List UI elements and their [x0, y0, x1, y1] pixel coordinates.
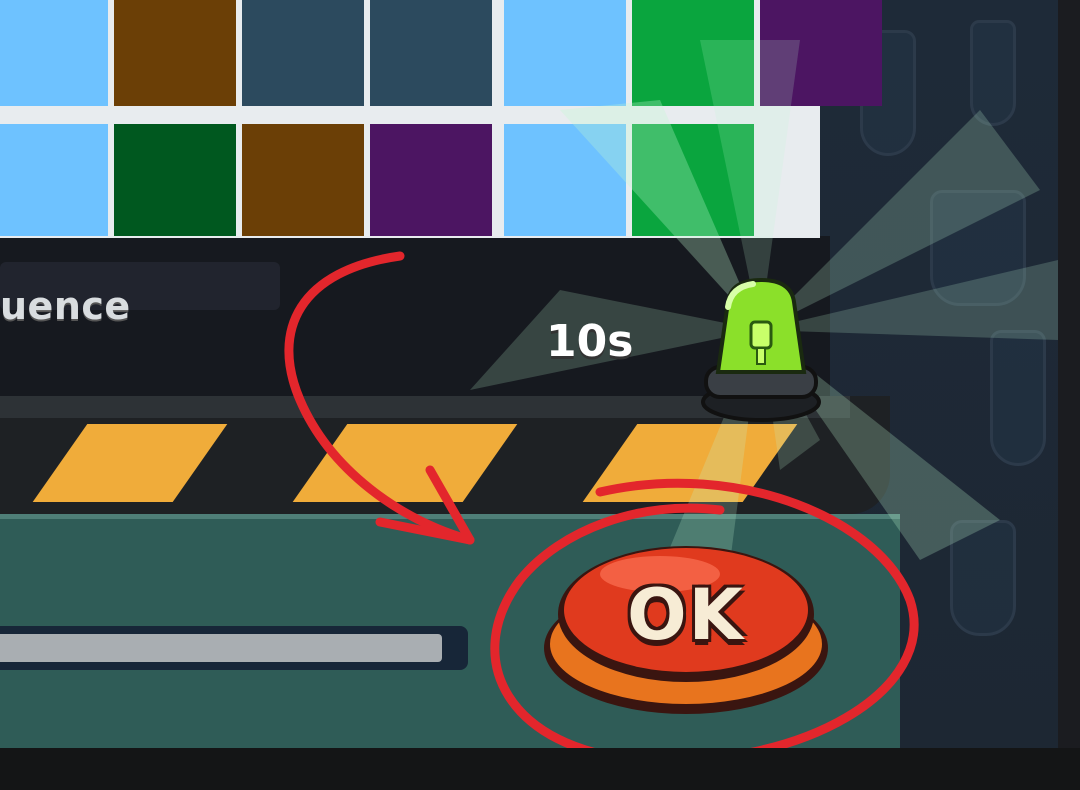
flask-decoration — [950, 520, 1016, 636]
countdown-timer: 10s — [546, 316, 634, 367]
siren-icon — [701, 277, 821, 422]
grid-cell — [504, 124, 626, 236]
grid-cell — [242, 124, 364, 236]
flask-decoration — [930, 190, 1026, 306]
grid-cell — [370, 0, 492, 106]
color-sequence-grid — [0, 0, 882, 238]
grid-cell — [632, 124, 754, 236]
grid-cell — [114, 124, 236, 236]
grid-cell — [0, 0, 108, 106]
ok-button[interactable]: OK — [540, 522, 832, 722]
grid-cell — [370, 124, 492, 236]
flask-decoration — [970, 20, 1016, 126]
grid-cell — [0, 124, 108, 236]
progress-bar — [0, 626, 468, 670]
bottom-bar — [0, 748, 1080, 790]
grid-cell — [632, 0, 754, 106]
sequence-label: uence — [0, 284, 131, 328]
ok-button-label: OK — [627, 574, 745, 656]
flask-decoration — [990, 330, 1046, 466]
grid-cell — [504, 0, 626, 106]
grid-cell — [760, 0, 882, 106]
grid-cell — [242, 0, 364, 106]
grid-cell — [114, 0, 236, 106]
screen-edge — [1058, 0, 1080, 790]
game-scene: uence — [0, 0, 1058, 748]
progress-fill — [0, 634, 442, 662]
